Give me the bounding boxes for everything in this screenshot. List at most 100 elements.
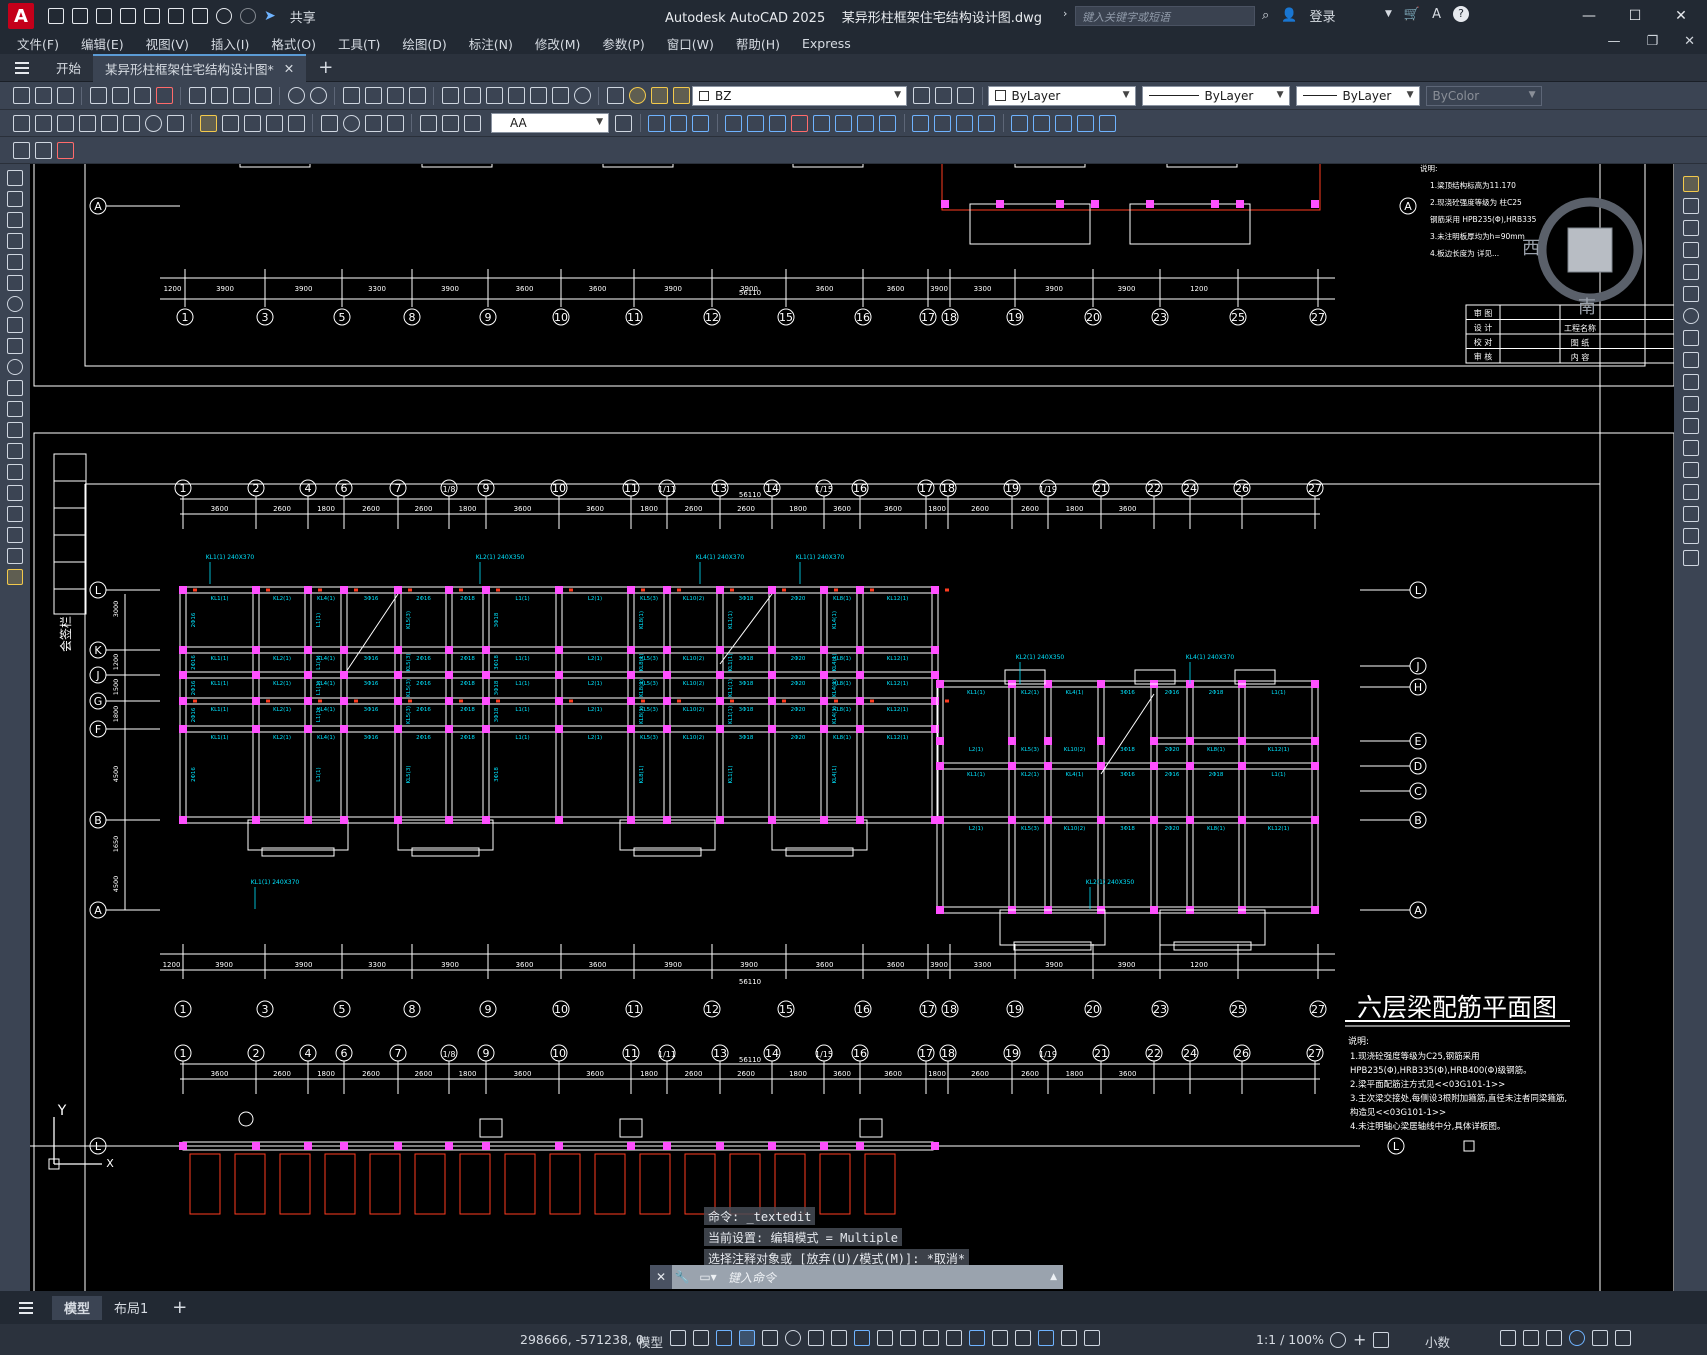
- array-side-icon[interactable]: [1682, 264, 1699, 280]
- layer-lock-icon[interactable]: [672, 87, 690, 104]
- baseline-dim-icon[interactable]: [221, 114, 239, 132]
- match-prop-icon[interactable]: [254, 87, 272, 104]
- copy-icon[interactable]: [210, 87, 228, 104]
- copy-obj-icon[interactable]: [648, 114, 665, 132]
- menu-file[interactable]: 文件(F): [6, 34, 70, 53]
- plotstyle-dropdown[interactable]: ByColor ▼: [1425, 85, 1542, 106]
- doc-close-icon[interactable]: ✕: [1684, 34, 1695, 49]
- array-icon[interactable]: [725, 114, 742, 132]
- share-icon[interactable]: ➤: [264, 8, 276, 24]
- layer-freeze-icon[interactable]: [650, 87, 668, 104]
- mirror-icon[interactable]: [670, 114, 687, 132]
- polygon-icon[interactable]: [7, 233, 23, 249]
- insert-block-icon[interactable]: [7, 401, 23, 417]
- mtext-icon[interactable]: [7, 548, 23, 564]
- search-input[interactable]: 键入关键字或短语: [1075, 6, 1255, 26]
- design-center-icon[interactable]: [463, 87, 481, 104]
- maximize-icon[interactable]: ☐: [1612, 0, 1658, 32]
- app-menu-icon[interactable]: [0, 54, 44, 82]
- lock-ui-icon[interactable]: [1523, 1330, 1539, 1346]
- draworder-icon[interactable]: [12, 141, 30, 159]
- redo-icon[interactable]: [240, 8, 256, 24]
- customize-icon[interactable]: [1615, 1330, 1631, 1346]
- markup-icon[interactable]: [529, 87, 547, 104]
- make-block-icon[interactable]: [7, 422, 23, 438]
- cut-icon[interactable]: [188, 87, 206, 104]
- 3d-osnap-icon[interactable]: [946, 1330, 962, 1346]
- point-icon[interactable]: [7, 443, 23, 459]
- close-icon[interactable]: ✕: [1658, 0, 1704, 32]
- tolerance-icon[interactable]: [320, 114, 338, 132]
- add-selected-icon[interactable]: [7, 569, 23, 585]
- mirror-side-icon[interactable]: [1682, 220, 1699, 236]
- units-icon[interactable]: [1373, 1331, 1390, 1348]
- pencil-icon[interactable]: [1682, 176, 1699, 192]
- stretch-side-icon[interactable]: [1682, 352, 1699, 368]
- break-icon[interactable]: [912, 114, 929, 132]
- center-mark-icon[interactable]: [342, 114, 360, 132]
- tab-model[interactable]: 模型: [52, 1295, 103, 1320]
- extend-icon[interactable]: [879, 114, 896, 132]
- chamfer-side-icon[interactable]: [1682, 484, 1699, 500]
- dynamic-input-icon[interactable]: [739, 1330, 755, 1346]
- line-icon[interactable]: [7, 170, 23, 186]
- lengthen-icon[interactable]: [1033, 114, 1050, 132]
- tab-layout1[interactable]: 布局1: [102, 1296, 160, 1320]
- pan-icon[interactable]: [342, 87, 360, 104]
- clean-screen-icon[interactable]: [1592, 1330, 1608, 1346]
- arc-length-icon[interactable]: [56, 114, 74, 132]
- polar-icon[interactable]: [785, 1330, 801, 1346]
- diameter-dim-icon[interactable]: [144, 114, 162, 132]
- autocad-logo[interactable]: A: [8, 3, 34, 29]
- make-current-icon[interactable]: [913, 87, 930, 104]
- layer-properties-icon[interactable]: [606, 87, 624, 104]
- open-file-icon[interactable]: [72, 8, 88, 24]
- layer-previous-icon[interactable]: [935, 87, 952, 104]
- menu-dimension[interactable]: 标注(N): [458, 34, 524, 53]
- edit-poly-icon[interactable]: [1099, 114, 1116, 132]
- explode-side-icon[interactable]: [1682, 550, 1699, 566]
- ellipse-arc-icon[interactable]: [7, 380, 23, 396]
- selection-filter-icon[interactable]: [992, 1330, 1008, 1346]
- publish-icon[interactable]: [133, 87, 151, 104]
- trim-side-icon[interactable]: [1682, 374, 1699, 390]
- quick-properties-icon[interactable]: [1500, 1330, 1516, 1346]
- doc-restore-icon[interactable]: ❐: [1646, 34, 1658, 49]
- menu-insert[interactable]: 插入(I): [200, 34, 260, 53]
- save-web-icon[interactable]: [168, 8, 184, 24]
- viewcube-face[interactable]: [1567, 227, 1613, 273]
- ordinate-dim-icon[interactable]: [78, 114, 96, 132]
- lineweight-dropdown[interactable]: ByLayer ▼: [1295, 85, 1420, 106]
- calculator-icon[interactable]: [551, 87, 569, 104]
- doc-minimize-icon[interactable]: —: [1607, 34, 1620, 49]
- cart-icon[interactable]: 🛒: [1404, 7, 1420, 22]
- layer-dropdown[interactable]: BZ ▼: [692, 85, 907, 106]
- layer-on-icon[interactable]: [628, 87, 646, 104]
- menu-view[interactable]: 视图(V): [135, 34, 200, 53]
- zoom-realtime-icon[interactable]: [364, 87, 382, 104]
- chevron-down-icon[interactable]: ▼: [1385, 9, 1392, 19]
- radius-dim-icon[interactable]: [100, 114, 118, 132]
- table-icon[interactable]: [7, 527, 23, 543]
- chamfer-icon[interactable]: [956, 114, 973, 132]
- sheet-set-icon[interactable]: [507, 87, 525, 104]
- menu-help[interactable]: 帮助(H): [725, 34, 791, 53]
- bring-front-icon[interactable]: [34, 141, 52, 159]
- scale-side-icon[interactable]: [1682, 330, 1699, 346]
- units-dropdown[interactable]: 小数: [1425, 1332, 1450, 1351]
- plot-icon[interactable]: [192, 8, 208, 24]
- quick-dim-icon[interactable]: [199, 114, 217, 132]
- stretch-icon[interactable]: [835, 114, 852, 132]
- object-snap-icon[interactable]: [854, 1330, 870, 1346]
- recent-commands-icon[interactable]: ▭▾: [696, 1270, 720, 1284]
- lineweight-icon[interactable]: [877, 1330, 893, 1346]
- paste-icon[interactable]: [232, 87, 250, 104]
- infer-constraints-icon[interactable]: [716, 1330, 732, 1346]
- autodesk-app-icon[interactable]: A: [1432, 7, 1441, 22]
- menu-parametric[interactable]: 参数(P): [591, 34, 655, 53]
- layer-states-icon[interactable]: [957, 87, 974, 104]
- rotate-side-icon[interactable]: [1682, 308, 1699, 324]
- menu-tools[interactable]: 工具(T): [327, 34, 391, 53]
- dim-break-icon[interactable]: [287, 114, 305, 132]
- tab-drawing[interactable]: 某异形柱框架住宅结构设计图* ✕: [93, 53, 307, 82]
